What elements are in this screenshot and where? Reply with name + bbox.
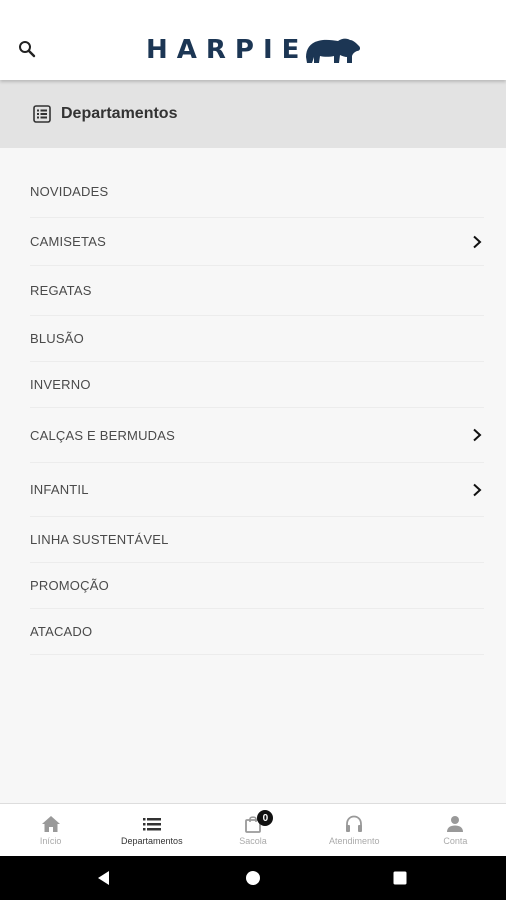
search-button[interactable] bbox=[12, 34, 42, 64]
app-header: HARPIE bbox=[0, 0, 506, 80]
brand-logo[interactable]: HARPIE bbox=[146, 30, 362, 70]
list-icon bbox=[142, 818, 161, 831]
department-label: BLUSÃO bbox=[30, 331, 84, 346]
departments-header: Departamentos bbox=[0, 80, 506, 148]
department-item-camisetas[interactable]: CAMISETAS bbox=[30, 218, 484, 266]
bottom-navigation: Início Departamentos 0 Sacola Atendiment… bbox=[0, 803, 506, 856]
department-label: PROMOÇÃO bbox=[30, 578, 109, 593]
departments-title: Departamentos bbox=[61, 105, 178, 122]
chevron-right-icon bbox=[470, 235, 484, 249]
department-item-calcas-e-bermudas[interactable]: CALÇAS E BERMUDAS bbox=[30, 408, 484, 463]
nav-item-inicio[interactable]: Início bbox=[0, 804, 101, 856]
department-item-atacado[interactable]: ATACADO bbox=[30, 609, 484, 655]
chevron-right-icon bbox=[470, 483, 484, 497]
search-icon bbox=[19, 41, 36, 58]
department-label: CAMISETAS bbox=[30, 234, 106, 249]
department-item-inverno[interactable]: INVERNO bbox=[30, 362, 484, 408]
list-box-icon bbox=[33, 105, 51, 123]
nav-label: Departamentos bbox=[121, 836, 183, 846]
bear-logo-icon bbox=[306, 38, 361, 63]
system-recents-button[interactable] bbox=[390, 868, 410, 888]
chevron-right-icon bbox=[470, 428, 484, 442]
departments-list: NOVIDADES CAMISETAS REGATAS BLUSÃO INVER… bbox=[0, 166, 506, 655]
department-item-novidades[interactable]: NOVIDADES bbox=[30, 166, 484, 218]
department-item-linha-sustentavel[interactable]: LINHA SUSTENTÁVEL bbox=[30, 517, 484, 563]
system-navigation-bar bbox=[0, 856, 506, 900]
nav-label: Início bbox=[39, 836, 62, 846]
headphones-icon bbox=[346, 815, 363, 832]
department-label: NOVIDADES bbox=[30, 184, 109, 199]
nav-label: Atendimento bbox=[328, 836, 380, 846]
back-icon bbox=[98, 871, 109, 885]
nav-item-departamentos[interactable]: Departamentos bbox=[101, 804, 202, 856]
brand-name: HARPIE bbox=[146, 35, 309, 65]
department-label: INVERNO bbox=[30, 377, 91, 392]
department-item-infantil[interactable]: INFANTIL bbox=[30, 463, 484, 517]
department-label: CALÇAS E BERMUDAS bbox=[30, 427, 175, 443]
nav-label: Conta bbox=[443, 836, 468, 846]
system-home-button[interactable] bbox=[243, 868, 263, 888]
department-label: REGATAS bbox=[30, 283, 92, 298]
recents-icon bbox=[393, 871, 407, 885]
system-back-button[interactable] bbox=[94, 868, 114, 888]
department-item-regatas[interactable]: REGATAS bbox=[30, 266, 484, 316]
home-icon bbox=[41, 816, 60, 832]
department-item-blusao[interactable]: BLUSÃO bbox=[30, 316, 484, 362]
department-label: LINHA SUSTENTÁVEL bbox=[30, 532, 169, 547]
department-label: INFANTIL bbox=[30, 482, 89, 497]
nav-item-sacola[interactable]: 0 Sacola bbox=[202, 804, 303, 856]
cart-count-badge: 0 bbox=[257, 810, 274, 826]
department-label: ATACADO bbox=[30, 624, 93, 639]
home-circle-icon bbox=[246, 871, 260, 885]
department-item-promocao[interactable]: PROMOÇÃO bbox=[30, 563, 484, 609]
nav-item-atendimento[interactable]: Atendimento bbox=[304, 804, 405, 856]
nav-label: Sacola bbox=[239, 836, 267, 846]
person-icon bbox=[447, 816, 464, 832]
nav-item-conta[interactable]: Conta bbox=[405, 804, 506, 856]
